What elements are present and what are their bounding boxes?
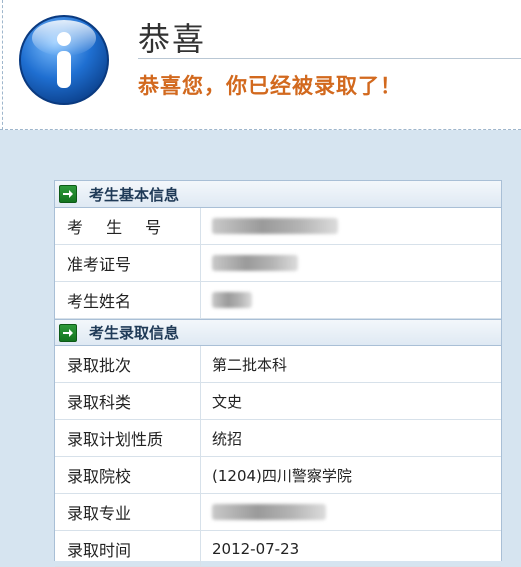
redacted-value: [212, 255, 298, 271]
redacted-value: [212, 292, 252, 308]
row-value: (1204)四川警察学院: [212, 466, 352, 485]
info-row-examinee-number: 考 生 号: [55, 208, 501, 245]
title-divider: [138, 58, 521, 59]
row-value: [201, 245, 501, 281]
row-value: 第二批本科: [212, 355, 288, 374]
section-header-admission-info: 考生录取信息: [55, 319, 501, 346]
redacted-value: [212, 504, 326, 520]
row-label: 录取院校: [55, 457, 201, 493]
row-label: 录取批次: [55, 346, 201, 382]
row-label: 录取计划性质: [55, 420, 201, 456]
info-icon: [19, 15, 109, 105]
row-label: 录取科类: [55, 383, 201, 419]
row-value: 文史: [212, 392, 243, 411]
info-row-examinee-name: 考生姓名: [55, 282, 501, 319]
redacted-value: [212, 218, 338, 234]
row-label: 考 生 号: [55, 208, 201, 244]
banner-left-border: [2, 0, 3, 130]
section-header-basic-info: 考生基本信息: [55, 181, 501, 208]
info-row-admission-school: 录取院校 (1204)四川警察学院: [55, 457, 501, 494]
row-label: 录取专业: [55, 494, 201, 530]
row-value: [201, 494, 501, 530]
row-value: [201, 208, 501, 244]
info-row-admission-batch: 录取批次 第二批本科: [55, 346, 501, 383]
info-row-admission-date: 录取时间 2012-07-23: [55, 531, 501, 567]
info-row-admission-major: 录取专业: [55, 494, 501, 531]
section-title: 考生录取信息: [89, 324, 180, 342]
info-row-admission-ticket: 准考证号: [55, 245, 501, 282]
section-title: 考生基本信息: [89, 185, 180, 204]
info-row-admission-category: 录取科类 文史: [55, 383, 501, 420]
row-label: 考生姓名: [55, 282, 201, 318]
admission-info-panel: 考生基本信息 考 生 号 准考证号 考生姓名 考生录取信息 录取批次 第二批本科…: [54, 180, 502, 567]
arrow-right-icon: [59, 185, 77, 203]
row-label: 准考证号: [55, 245, 201, 281]
row-value: [201, 282, 501, 318]
admission-message: 恭喜您，你已经被录取了！: [138, 73, 402, 98]
page-title: 恭喜: [138, 20, 207, 58]
arrow-right-icon: [59, 323, 77, 342]
congratulations-banner: 恭喜 恭喜您，你已经被录取了！: [0, 0, 521, 130]
info-row-plan-type: 录取计划性质 统招: [55, 420, 501, 457]
row-value: 统招: [212, 429, 243, 448]
